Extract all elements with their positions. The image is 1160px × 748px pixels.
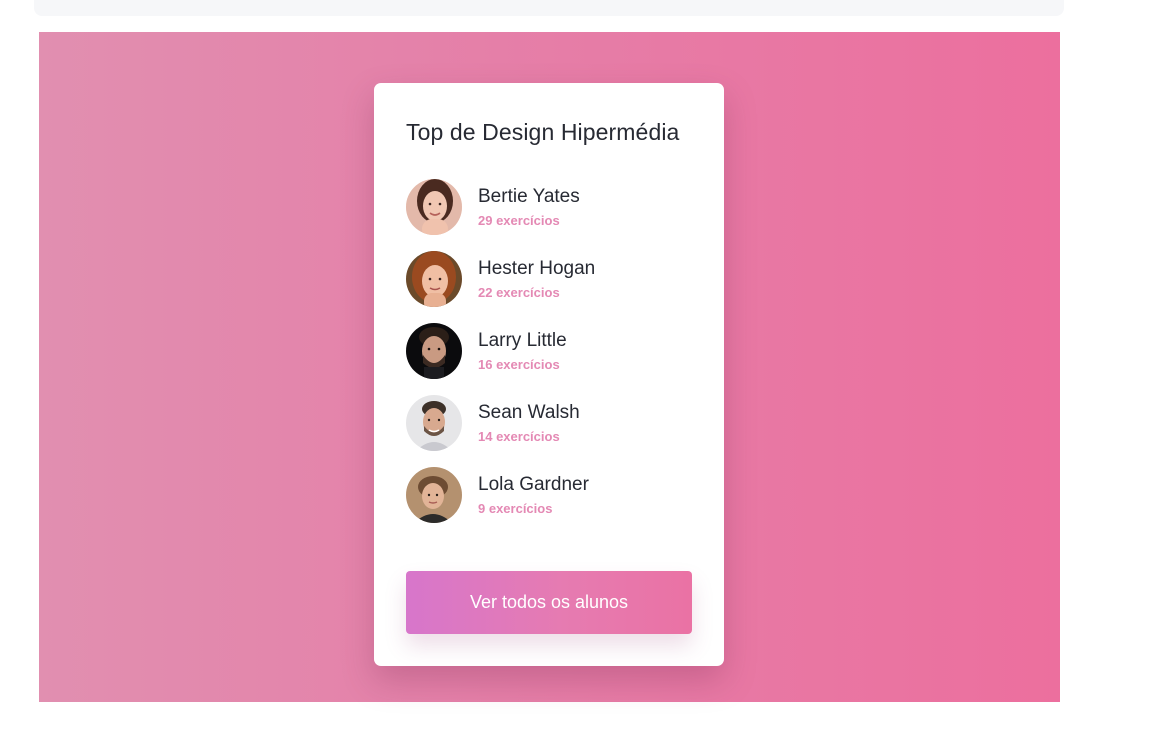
exercise-count: 14 exercícios <box>478 429 560 444</box>
card-title: Top de Design Hipermédia <box>406 119 680 145</box>
exercise-count: 22 exercícios <box>478 285 560 300</box>
exercise-count: 9 exercícios <box>478 501 553 516</box>
avatar <box>406 395 462 451</box>
avatar <box>406 251 462 307</box>
avatar <box>406 323 462 379</box>
student-name: Hester Hogan <box>478 258 596 279</box>
exercise-count: 29 exercícios <box>478 213 560 228</box>
top-panel-edge <box>34 0 1064 16</box>
view-all-students-button[interactable]: Ver todos os alunos <box>406 571 692 634</box>
student-name: Bertie Yates <box>478 186 580 207</box>
student-name: Lola Gardner <box>478 474 589 495</box>
avatar <box>406 179 462 235</box>
exercise-count: 16 exercícios <box>478 357 560 372</box>
gradient-stage: Top de Design Hipermédia Bertie Yates 29… <box>39 32 1060 702</box>
top-students-card: Top de Design Hipermédia Bertie Yates 29… <box>374 83 724 666</box>
student-name: Sean Walsh <box>478 402 580 423</box>
student-name: Larry Little <box>478 330 567 351</box>
avatar <box>406 467 462 523</box>
